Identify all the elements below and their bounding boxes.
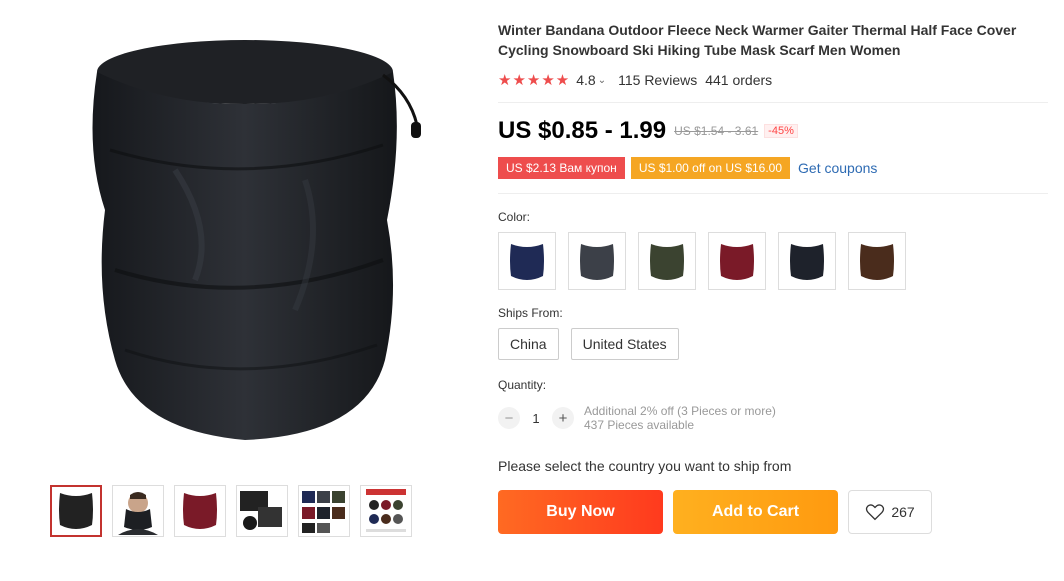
color-swatch-army-green[interactable] <box>638 232 696 290</box>
buy-now-button[interactable]: Buy Now <box>498 490 663 534</box>
thumbnail-color-grid[interactable] <box>298 485 350 537</box>
main-product-image[interactable] <box>50 20 440 470</box>
decrease-quantity-button[interactable]: − <box>498 407 520 429</box>
wishlist-count: 267 <box>891 504 915 520</box>
rating-value[interactable]: 4.8 <box>576 72 595 88</box>
reviews-link[interactable]: 115 Reviews <box>618 72 697 88</box>
thumbnail-strip <box>50 485 412 537</box>
quantity-info: Additional 2% off (3 Pieces or more) 437… <box>584 404 776 432</box>
quantity-section: Quantity: − 1 + Additional 2% off (3 Pie… <box>498 378 1048 432</box>
quantity-input[interactable]: 1 <box>520 411 552 426</box>
ships-from-section: Ships From: China United States <box>498 306 1048 360</box>
bulk-discount-text: Additional 2% off (3 Pieces or more) <box>584 404 776 418</box>
color-swatch-black[interactable] <box>778 232 836 290</box>
action-buttons: Buy Now Add to Cart 267 <box>498 490 1048 534</box>
product-info: Winter Bandana Outdoor Fleece Neck Warme… <box>498 20 1048 534</box>
heart-icon <box>866 504 885 521</box>
rating-row: ★★★★★ 4.8 ⌄ 115 Reviews 441 orders <box>498 70 1048 90</box>
thumbnail-black-neck-warmer[interactable] <box>50 485 102 537</box>
original-price: US $1.54 - 3.61 <box>674 124 759 138</box>
color-label: Color: <box>498 210 531 224</box>
thumbnail-detail[interactable] <box>236 485 288 537</box>
select-coupon[interactable]: US $1.00 off on US $16.00 <box>630 157 791 179</box>
ships-from-label: Ships From: <box>498 306 563 320</box>
stock-available-text: 437 Pieces available <box>584 418 695 432</box>
orders-count: 441 orders <box>705 72 773 88</box>
thumbnail-size-chart[interactable] <box>360 485 412 537</box>
color-swatch-navy[interactable] <box>498 232 556 290</box>
ships-from-united-states[interactable]: United States <box>570 328 679 360</box>
divider <box>498 102 1048 103</box>
thumbnail-man-wearing-mask[interactable] <box>112 485 164 537</box>
product-title: Winter Bandana Outdoor Fleece Neck Warme… <box>498 22 1017 58</box>
color-swatch-gray[interactable] <box>568 232 626 290</box>
increase-quantity-button[interactable]: + <box>552 407 574 429</box>
divider <box>498 193 1048 194</box>
color-swatches <box>498 232 1048 290</box>
store-coupon[interactable]: US $2.13 Вам купон <box>498 157 625 179</box>
chevron-down-icon[interactable]: ⌄ <box>598 75 606 86</box>
current-price: US $0.85 - 1.99 <box>498 117 667 144</box>
color-section: Color: <box>498 210 1048 290</box>
thumbnail-red-neck-warmer[interactable] <box>174 485 226 537</box>
quantity-label: Quantity: <box>498 378 547 392</box>
color-swatch-wine-red[interactable] <box>708 232 766 290</box>
discount-badge: -45% <box>764 124 798 138</box>
get-coupons-link[interactable]: Get coupons <box>798 160 877 176</box>
neck-warmer-image <box>92 40 421 440</box>
ships-from-china[interactable]: China <box>498 328 559 360</box>
star-rating-icon: ★★★★★ <box>498 72 571 89</box>
ships-from-options: China United States <box>498 328 1048 360</box>
color-swatch-brown[interactable] <box>848 232 906 290</box>
quantity-stepper: − 1 + Additional 2% off (3 Pieces or mor… <box>498 404 1048 432</box>
price-row: US $0.85 - 1.99 US $1.54 - 3.61 -45% <box>498 117 1048 145</box>
coupon-row: US $2.13 Вам купон US $1.00 off on US $1… <box>498 157 1048 179</box>
wishlist-button[interactable]: 267 <box>848 490 932 534</box>
shipping-message: Please select the country you want to sh… <box>498 458 792 474</box>
add-to-cart-button[interactable]: Add to Cart <box>673 490 838 534</box>
